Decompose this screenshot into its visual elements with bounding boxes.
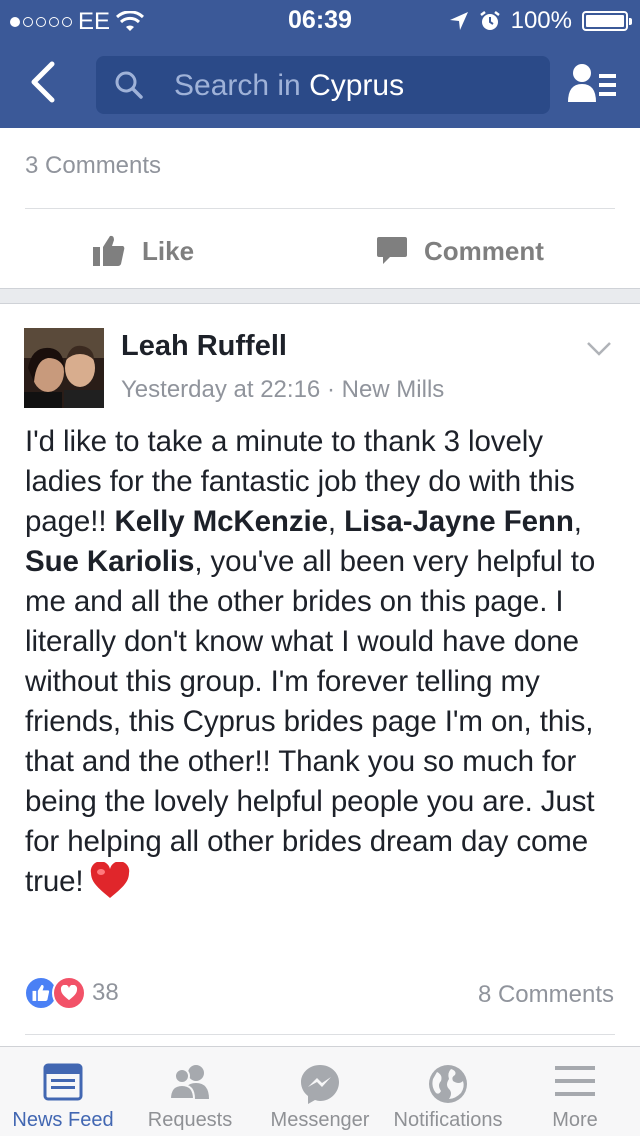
battery-percentage: 100% <box>510 7 572 34</box>
comment-label: Comment <box>424 235 544 266</box>
navigation-bar: Search in Cyprus <box>0 40 640 128</box>
comment-bubble-icon <box>377 237 407 264</box>
thumbs-up-icon <box>93 235 125 266</box>
group-members-icon[interactable] <box>566 62 618 106</box>
meta-separator: · <box>326 376 335 403</box>
tab-label: Notifications <box>393 1109 503 1131</box>
tab-notifications[interactable]: Notifications <box>386 1047 510 1136</box>
reactions-summary[interactable]: 38 <box>24 976 119 1010</box>
post-time[interactable]: Yesterday at 22:16 <box>121 376 320 403</box>
messenger-icon <box>301 1065 339 1104</box>
battery-icon <box>582 11 632 31</box>
menu-icon <box>555 1066 595 1096</box>
tagged-user-kelly[interactable]: Kelly McKenzie <box>115 505 328 538</box>
tab-news-feed[interactable]: News Feed <box>0 1047 126 1136</box>
tab-label: Messenger <box>270 1109 370 1131</box>
previous-post-comments-count[interactable]: 3 Comments <box>25 152 161 180</box>
tagged-user-lisa-jayne[interactable]: Lisa-Jayne Fenn <box>344 505 574 538</box>
post-comments-count[interactable]: 8 Comments <box>478 981 614 1009</box>
chevron-down-icon[interactable] <box>586 340 612 358</box>
back-arrow-icon[interactable] <box>22 60 66 104</box>
tagged-user-sue[interactable]: Sue Kariolis <box>25 545 194 578</box>
tab-requests[interactable]: Requests <box>126 1047 254 1136</box>
post-body: I'd like to take a minute to thank 3 lov… <box>25 422 625 902</box>
divider <box>25 208 615 209</box>
like-label: Like <box>142 235 195 266</box>
post-location[interactable]: New Mills <box>342 376 445 403</box>
globe-icon <box>429 1065 467 1103</box>
friend-requests-icon <box>168 1065 209 1100</box>
divider <box>25 1034 615 1035</box>
search-icon <box>115 71 143 99</box>
red-heart-emoji-icon <box>90 862 129 899</box>
tab-label: Requests <box>147 1109 233 1131</box>
alarm-icon <box>479 11 500 30</box>
app-header: EE 06:39 100% Search in Cyprus <box>0 0 640 128</box>
love-reaction-icon <box>52 976 86 1010</box>
tab-bar: News Feed Requests Messenger Notificatio… <box>0 1046 640 1136</box>
feed-separator <box>0 288 640 304</box>
location-arrow-icon <box>449 12 468 30</box>
news-feed-icon <box>43 1063 83 1101</box>
tab-more[interactable]: More <box>510 1047 640 1136</box>
tab-messenger[interactable]: Messenger <box>254 1047 386 1136</box>
like-button[interactable]: Like <box>92 226 194 276</box>
tab-label: More <box>552 1109 598 1131</box>
comment-button[interactable]: Comment <box>376 226 544 276</box>
post-meta: Yesterday at 22:16 · New Mills <box>121 376 444 404</box>
tab-label: News Feed <box>12 1109 114 1131</box>
status-right: 100% <box>449 7 632 35</box>
avatar[interactable] <box>24 328 104 408</box>
post-author[interactable]: Leah Ruffell <box>121 330 287 363</box>
status-bar: EE 06:39 100% <box>0 0 640 40</box>
search-placeholder: Search in Cyprus <box>174 69 405 102</box>
profile-photo <box>24 328 104 408</box>
reaction-count: 38 <box>92 979 119 1006</box>
search-input[interactable]: Search in Cyprus <box>96 56 550 114</box>
